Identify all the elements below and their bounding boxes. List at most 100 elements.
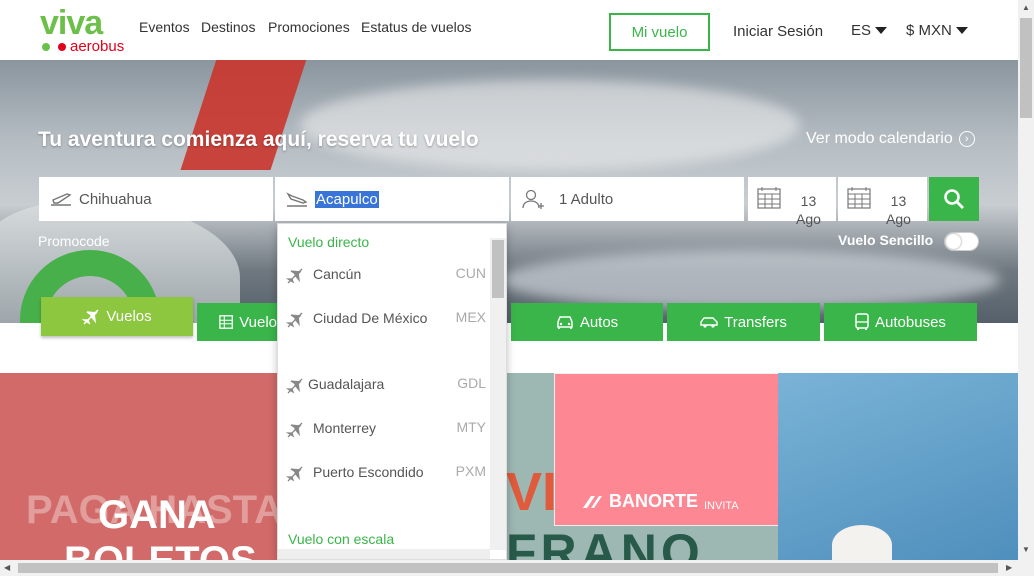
- beach-hat-image: [832, 525, 892, 560]
- site-header: viva aerobus Eventos Destinos Promocione…: [0, 0, 1018, 62]
- nav-eventos[interactable]: Eventos: [139, 19, 190, 35]
- origin-field[interactable]: Chihuahua: [39, 177, 273, 221]
- user-add-icon: [522, 189, 544, 209]
- tab-vuelo-hotel[interactable]: Vuelo: [197, 303, 277, 341]
- stopover-flight-header: Vuelo con escala: [288, 531, 395, 547]
- destination-code: CUN: [455, 265, 486, 281]
- tab-vuelos[interactable]: Vuelos: [41, 297, 193, 336]
- mi-vuelo-button[interactable]: Mi vuelo: [609, 13, 710, 51]
- dropdown-scroll-thumb[interactable]: [492, 240, 504, 298]
- destination-option[interactable]: Guadalajara GDL: [286, 375, 486, 401]
- destination-city: Puerto Escondido: [313, 464, 424, 480]
- scroll-right-arrow-icon[interactable]: ▶: [1006, 564, 1012, 572]
- plane-icon: [82, 308, 99, 325]
- logo-aerobus-text: aerobus: [70, 38, 125, 55]
- destination-value: Acapulco: [315, 190, 379, 208]
- banorte-text: BANORTE: [609, 491, 698, 511]
- plane-tail-image: [180, 60, 310, 170]
- destination-option[interactable]: Ciudad De México MEX: [286, 309, 486, 349]
- calendar-mode-link[interactable]: Ver modo calendario ›: [806, 130, 975, 148]
- destination-city: Monterrey: [313, 420, 377, 436]
- nav-destinos[interactable]: Destinos: [201, 19, 255, 35]
- origin-value: Chihuahua: [79, 190, 152, 208]
- return-month: Ago: [886, 211, 911, 227]
- page-vertical-scroll-thumb[interactable]: [1020, 18, 1032, 118]
- promocode-link[interactable]: Promocode: [38, 233, 110, 249]
- destination-code: PXM: [455, 463, 486, 479]
- destination-city: Cancún: [313, 266, 362, 282]
- caret-down-icon: [875, 27, 888, 34]
- calendar-mode-label: Ver modo calendario: [806, 130, 953, 147]
- passengers-field[interactable]: 1 Adulto: [511, 177, 744, 221]
- destination-code: GDL: [457, 375, 486, 391]
- destination-code: MEX: [455, 309, 486, 325]
- plane-takeoff-icon: [51, 193, 72, 206]
- search-button[interactable]: [929, 177, 979, 221]
- plane-landing-icon: [286, 192, 308, 207]
- tab-vuelos-label: Vuelos: [106, 308, 152, 325]
- return-day: 13: [890, 193, 907, 209]
- tab-vuelo-hotel-label: Vuelo: [239, 313, 277, 331]
- banorte-logo: BANORTE INVITA: [581, 491, 739, 512]
- caret-down-icon: [955, 27, 968, 34]
- direct-flight-header: Vuelo directo: [288, 234, 370, 250]
- depart-date-field[interactable]: 13 Ago: [748, 177, 836, 227]
- plane-icon: [286, 312, 303, 328]
- destination-dropdown: Vuelo directo Cancún CUN Ciudad De Méxic…: [277, 223, 507, 560]
- tab-transfers[interactable]: Transfers: [667, 303, 820, 341]
- return-date-field[interactable]: 13 Ago: [838, 177, 927, 227]
- passengers-value: 1 Adulto: [559, 190, 614, 208]
- page-horizontal-scroll-thumb[interactable]: [18, 563, 998, 573]
- depart-day: 13: [800, 193, 817, 209]
- nav-estatus-vuelos[interactable]: Estatus de vuelos: [361, 19, 472, 35]
- scroll-left-arrow-icon[interactable]: ◀: [4, 564, 10, 572]
- calendar-icon: [847, 187, 871, 209]
- calendar-icon: [757, 187, 781, 209]
- bus-icon: [855, 313, 869, 330]
- destination-option[interactable]: Cancún CUN: [286, 265, 486, 291]
- nav-promociones[interactable]: Promociones: [268, 19, 350, 35]
- banner-frano-text: FRANO: [506, 524, 704, 560]
- banorte-banner[interactable]: BANORTE INVITA: [554, 373, 780, 526]
- banner-boletos-text: BOLETOS: [64, 539, 257, 560]
- plane-icon: [286, 268, 303, 284]
- search-icon: [944, 189, 964, 209]
- language-value: ES: [851, 22, 872, 39]
- hero-title: Tu aventura comienza aquí, reserva tu vu…: [38, 128, 479, 151]
- hero-cloud: [500, 250, 1000, 310]
- destination-option[interactable]: Puerto Escondido PXM: [286, 463, 486, 503]
- banorte-mark-icon: [583, 495, 602, 508]
- tab-transfers-label: Transfers: [724, 313, 787, 331]
- hero-cloud: [300, 80, 800, 170]
- one-way-label: Vuelo Sencillo: [838, 232, 934, 248]
- currency-value: $ MXN: [906, 22, 952, 39]
- currency-select[interactable]: $ MXN: [906, 22, 968, 39]
- depart-month: Ago: [796, 211, 821, 227]
- transfer-car-icon: [700, 317, 718, 328]
- scroll-up-arrow-icon[interactable]: ▲: [1022, 4, 1030, 12]
- tab-autobuses[interactable]: Autobuses: [824, 303, 977, 341]
- chevron-right-circle-icon: ›: [958, 131, 975, 147]
- destination-code: MTY: [456, 419, 486, 435]
- plane-icon: [286, 466, 303, 482]
- dropdown-hscrollbar[interactable]: [278, 549, 490, 559]
- login-link[interactable]: Iniciar Sesión: [733, 23, 823, 40]
- tab-autos[interactable]: Autos: [511, 303, 663, 341]
- destination-field[interactable]: Acapulco: [275, 177, 509, 221]
- plane-icon: [286, 422, 303, 438]
- viva-aerobus-logo[interactable]: viva aerobus: [40, 4, 130, 55]
- destination-city: Guadalajara: [308, 376, 385, 392]
- destination-option[interactable]: Monterrey MTY: [286, 419, 486, 445]
- banner-gana-text: GANA: [98, 493, 216, 537]
- promo-banner-boletos[interactable]: PAGA HASTA GANA BOLETOS: [0, 373, 277, 560]
- one-way-toggle[interactable]: [944, 232, 979, 251]
- tab-autobuses-label: Autobuses: [875, 313, 946, 331]
- plane-icon: [286, 378, 303, 394]
- toggle-knob: [946, 234, 961, 249]
- logo-green-dot: [42, 43, 50, 51]
- promo-banner-beach[interactable]: [778, 373, 1018, 560]
- language-select[interactable]: ES: [851, 22, 888, 39]
- scroll-down-arrow-icon[interactable]: ▼: [1022, 546, 1030, 554]
- logo-red-dot: [58, 43, 66, 51]
- hero-search: Tu aventura comienza aquí, reserva tu vu…: [0, 60, 1018, 323]
